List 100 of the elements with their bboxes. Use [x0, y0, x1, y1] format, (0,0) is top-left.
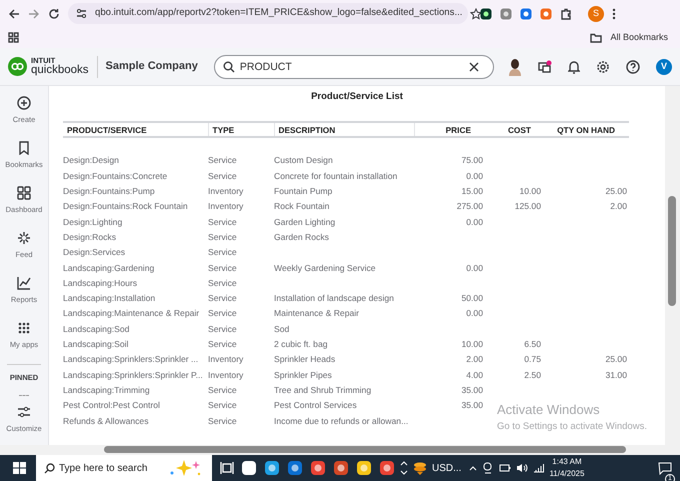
bookmarks-link[interactable]: All Bookmarks	[610, 30, 668, 44]
search-field[interactable]: PRODUCT	[214, 54, 494, 78]
table-cell: Service	[208, 339, 237, 350]
help-icon[interactable]	[626, 60, 640, 74]
reload-icon[interactable]	[48, 8, 60, 20]
table-cell: Landscaping:Installation	[63, 293, 156, 304]
table-cell: Service	[208, 247, 237, 258]
star-icon[interactable]	[470, 8, 482, 20]
table-cell: 2 cubic ft. bag	[274, 339, 328, 350]
grid-icon	[16, 321, 31, 335]
table-cell: Design:Design	[63, 155, 119, 166]
table-cell: Inventory	[208, 186, 244, 196]
table-cell: 4.00	[466, 370, 483, 380]
column-header[interactable]: DESCRIPTION	[274, 122, 414, 138]
watermark-title: Activate Windows	[497, 401, 601, 419]
table-cell: Inventory	[208, 354, 244, 364]
site-settings-icon[interactable]	[76, 8, 87, 19]
table-cell: Pest Control:Pest Control	[63, 400, 160, 410]
chevron-up-icon[interactable]	[469, 465, 478, 471]
camera-icon[interactable]	[482, 462, 494, 474]
table-cell: 0.00	[466, 170, 483, 181]
url-text: qbo.intuit.com/app/reportv2?token=ITEM_PRICE&show_logo=false&edited_sections...	[95, 6, 462, 20]
table-cell: Inventory	[208, 201, 244, 212]
table-cell: 10.00	[461, 339, 483, 350]
table-cell: Landscaping:Soil	[63, 339, 128, 350]
column-header[interactable]: COST	[483, 122, 541, 138]
logo-text: quickbooks	[31, 64, 89, 76]
table-cell: 75.00	[461, 155, 483, 166]
table-cell: 25.00	[605, 354, 627, 364]
forward-icon[interactable]	[28, 8, 40, 20]
user-silhouette-icon[interactable]	[508, 58, 522, 76]
table-cell: Landscaping:Gardening	[63, 262, 154, 273]
app-icon[interactable]	[264, 460, 280, 476]
table-cell: 0.00	[466, 262, 483, 273]
table-cell: Refunds & Allowances	[63, 416, 149, 426]
search-icon	[44, 462, 55, 474]
coins-icon	[412, 461, 428, 475]
extension-icon[interactable]	[480, 8, 492, 20]
apps-grid-icon[interactable]	[8, 32, 19, 43]
account-avatar[interactable]: V	[656, 58, 672, 74]
scrollbar-thumb[interactable]	[104, 446, 626, 453]
table-cell: 2.00	[610, 201, 627, 212]
clear-icon[interactable]	[468, 62, 479, 72]
notification-icon[interactable]	[658, 460, 672, 475]
table-cell: Service	[208, 216, 237, 227]
sparkle-icon	[16, 231, 31, 245]
table-cell: Service	[208, 384, 237, 395]
report-title: Product/Service List	[310, 90, 404, 104]
clock[interactable]: 1:43 AM 11/4/2025	[549, 458, 584, 478]
table-cell: 10.00	[519, 186, 541, 196]
table-cell: 35.00	[461, 400, 483, 410]
battery-icon[interactable]	[499, 463, 512, 473]
app-icon[interactable]	[310, 460, 326, 476]
table-cell: Landscaping:Sod	[63, 324, 130, 334]
table-cell: Design:Services	[63, 247, 126, 258]
scrollbar-thumb[interactable]	[668, 196, 676, 306]
table-cell: Design:Lighting	[63, 216, 122, 227]
search-icon	[222, 60, 235, 72]
task-view-icon[interactable]	[220, 461, 234, 475]
bell-icon[interactable]	[568, 60, 580, 74]
table-cell: Landscaping:Trimming	[63, 384, 150, 395]
settings-icon[interactable]	[596, 60, 610, 74]
app-icon[interactable]	[333, 460, 349, 476]
chevron-icon[interactable]	[400, 460, 408, 476]
folder-icon[interactable]	[590, 32, 602, 42]
table-cell: Service	[208, 262, 237, 273]
column-header[interactable]: QTY ON HAND	[541, 122, 629, 138]
table-cell: 0.00	[466, 216, 483, 227]
app-icon[interactable]	[241, 460, 257, 476]
column-header[interactable]: PRICE	[414, 122, 483, 138]
table-cell: Service	[208, 416, 237, 426]
table-cell: 31.00	[605, 370, 627, 380]
table-cell: Design:Fountains:Rock Fountain	[63, 201, 188, 212]
chat-icon[interactable]	[538, 60, 552, 74]
puzzle-icon[interactable]	[560, 8, 572, 20]
table-cell: 2.50	[524, 370, 541, 380]
app-icon[interactable]	[287, 460, 303, 476]
wifi-icon[interactable]	[533, 463, 546, 473]
column-header[interactable]: TYPE	[208, 122, 274, 138]
table-cell: Service	[208, 400, 237, 410]
table-cell: Tree and Shrub Trimming	[274, 384, 372, 395]
taskbar-search[interactable]: Type here to search	[36, 455, 212, 481]
table-cell: 275.00	[456, 201, 483, 212]
table-cell: Service	[208, 155, 237, 166]
table-cell: 50.00	[461, 293, 483, 304]
column-header[interactable]: PRODUCT/SERVICE	[63, 122, 208, 138]
app-icon[interactable]	[356, 460, 372, 476]
table-cell: 35.00	[461, 384, 483, 395]
table-cell: 25.00	[605, 186, 627, 196]
table-cell: 0.75	[524, 354, 541, 364]
tray-app[interactable]: USD...	[412, 460, 462, 476]
table-cell: Landscaping:Sprinklers:Sprinkler P...	[63, 370, 203, 380]
table-cell: Service	[208, 232, 237, 242]
more-icon[interactable]	[612, 8, 616, 20]
back-icon[interactable]	[8, 8, 20, 20]
table-cell: Weekly Gardening Service	[274, 262, 376, 273]
table-cell: Inventory	[208, 370, 244, 380]
speaker-icon[interactable]	[516, 463, 528, 473]
bookmark-icon	[16, 141, 31, 155]
app-icon[interactable]	[379, 460, 395, 476]
